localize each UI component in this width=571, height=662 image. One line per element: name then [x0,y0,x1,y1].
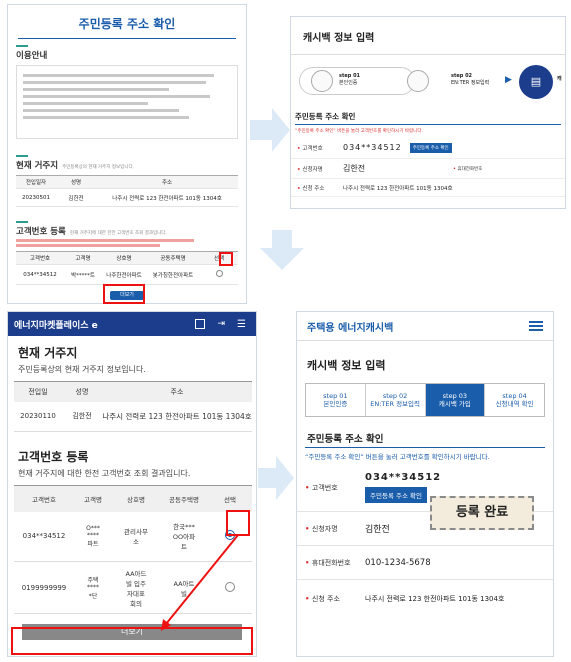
customer-number-value: 034**34512 [365,472,442,483]
registration-complete-badge: 등록 완료 [430,496,534,530]
address-row: • 신청 주소 나주시 전력로 123 한전아파트 101동 1304호 [305,595,505,603]
phone-row: • 휴대전화번호 010-1234-5678 [297,546,553,580]
step-2: step 02 EN:TER 정보입력 [366,384,426,416]
app-header: 주택용 에너지캐시백 [297,312,553,340]
brand-logo: 주택용 에너지캐시백 [307,322,394,334]
applicant-name-value: 김한전 [365,525,390,535]
step-tabs: step 01 본인인증 step 02 EN:TER 정보입력 step 03 캐시… [305,383,545,417]
menu-icon[interactable] [529,321,543,331]
step-3: step 03 캐시백 가입 [425,384,486,416]
phone-value: 010-1234-5678 [365,557,431,568]
address-value: 나주시 전력로 123 한전아파트 101동 1304호 [365,595,505,603]
section-title: 주민등록 주소 확인 [307,434,384,445]
step-1: step 01 본인인증 [306,384,366,416]
page-title: 캐시백 정보 입력 [307,359,386,372]
mobile-cashback-info-screen: 주택용 에너지캐시백 캐시백 정보 입력 step 01 본인인증 step 02… [296,311,554,657]
step-4: step 04 신청내역 확인 [495,392,534,408]
verify-address-button[interactable]: 주민등록 주소 확인 [365,487,427,503]
notice-text: “주민등록 주소 확인” 버튼을 눌러 고객번호를 확인하시기 바랍니다. [305,453,490,461]
